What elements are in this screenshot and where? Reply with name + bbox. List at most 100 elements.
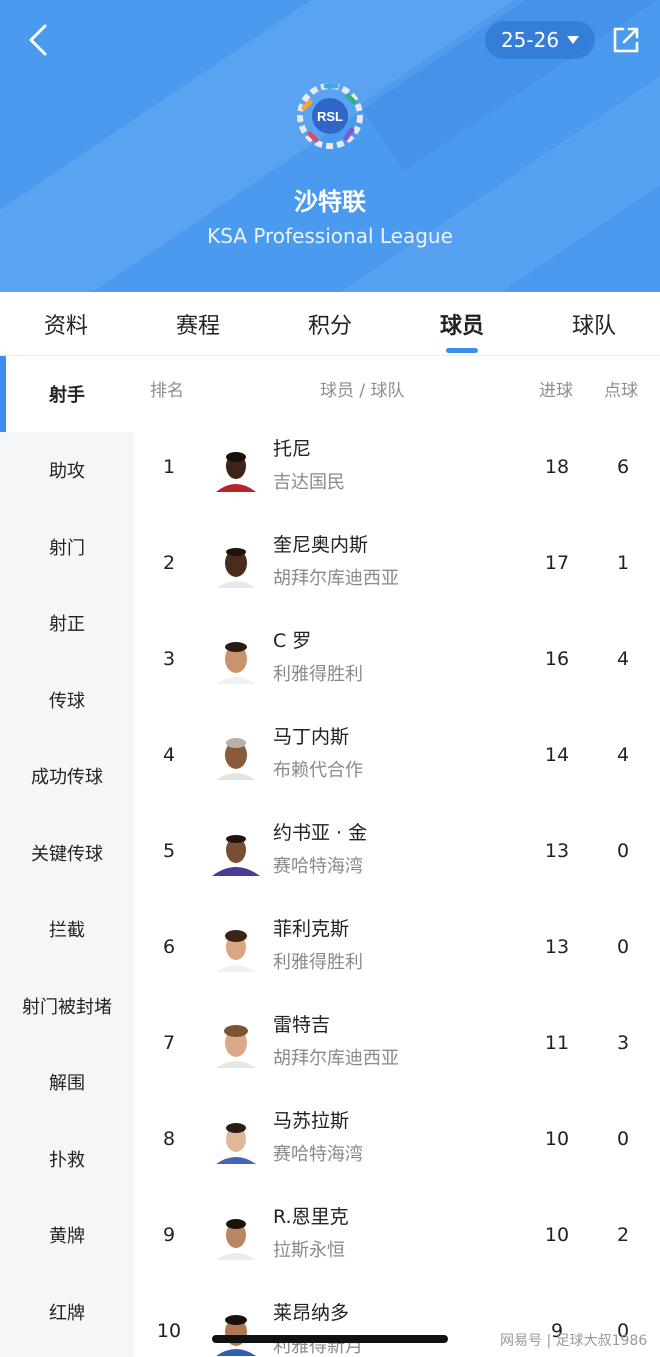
- team-name: 赛哈特海湾: [273, 1144, 363, 1165]
- sidebar-item-key-passes[interactable]: 关键传球: [0, 815, 134, 891]
- caret-down-icon: [567, 36, 580, 44]
- back-icon[interactable]: [20, 22, 56, 58]
- home-indicator[interactable]: [212, 1335, 448, 1343]
- player-name: 奎尼奥内斯: [273, 534, 369, 556]
- season-label: 25-26: [500, 28, 560, 52]
- column-header-penalties: 点球: [604, 381, 638, 401]
- sidebar-item-red-cards[interactable]: 红牌: [0, 1274, 134, 1350]
- player-name: 菲利克斯: [273, 918, 350, 940]
- goals-value: 10: [544, 1128, 570, 1150]
- sidebar-item-saves[interactable]: 扑救: [0, 1121, 134, 1197]
- penalties-value: 0: [616, 840, 630, 862]
- penalties-value: 4: [616, 648, 630, 670]
- tab-profile[interactable]: 资料: [0, 292, 132, 356]
- team-name: 利雅得胜利: [273, 664, 363, 685]
- league-header: 25-26 RSL 沙特联 KSA Professional League: [0, 0, 660, 292]
- rank: 4: [162, 744, 176, 766]
- goals-value: 18: [544, 456, 570, 478]
- penalties-value: 6: [616, 456, 630, 478]
- rank: 9: [162, 1224, 176, 1246]
- table-row[interactable]: 8 马苏拉斯 赛哈特海湾 10 0: [134, 1092, 660, 1188]
- goals-value: 10: [544, 1224, 570, 1246]
- sidebar-item-successful-passes[interactable]: 成功传球: [0, 738, 134, 814]
- player-avatar: [212, 1306, 260, 1356]
- player-avatar: [212, 1210, 260, 1260]
- player-avatar: [212, 1114, 260, 1164]
- tab-teams[interactable]: 球队: [528, 292, 660, 356]
- player-avatar: [212, 442, 260, 492]
- player-avatar: [212, 538, 260, 588]
- player-name: 托尼: [273, 438, 312, 460]
- player-avatar: [212, 922, 260, 972]
- penalties-value: 2: [616, 1224, 630, 1246]
- player-name: 雷特吉: [273, 1014, 331, 1036]
- tab-players[interactable]: 球员: [396, 292, 528, 356]
- table-row[interactable]: 9 R.恩里克 拉斯永恒 10 2: [134, 1188, 660, 1284]
- sidebar-item-shots[interactable]: 射门: [0, 509, 134, 585]
- rank: 6: [162, 936, 176, 958]
- team-name: 胡拜尔库迪西亚: [273, 568, 399, 589]
- sidebar-item-scorers[interactable]: 射手: [0, 356, 134, 432]
- league-subtitle: KSA Professional League: [207, 224, 453, 248]
- penalties-value: 0: [616, 936, 630, 958]
- team-name: 布赖代合作: [273, 760, 363, 781]
- share-icon[interactable]: [610, 24, 642, 56]
- column-header-goals: 进球: [539, 381, 573, 401]
- logo-text: RSL: [317, 109, 343, 124]
- player-name: 约书亚 · 金: [273, 822, 368, 844]
- league-title: 沙特联: [294, 188, 366, 216]
- player-avatar: [212, 730, 260, 780]
- sidebar-item-assists[interactable]: 助攻: [0, 432, 134, 508]
- table-header: 排名 球员 / 球队 进球 点球: [134, 356, 660, 420]
- rank: 10: [156, 1320, 182, 1342]
- sidebar-item-interceptions[interactable]: 拦截: [0, 891, 134, 967]
- player-avatar: [212, 826, 260, 876]
- player-name: 马丁内斯: [273, 726, 350, 748]
- table-row[interactable]: 3 C 罗 利雅得胜利 16 4: [134, 612, 660, 708]
- tab-bar: 资料 赛程 积分 球员 球队: [0, 292, 660, 356]
- goals-value: 14: [544, 744, 570, 766]
- table-row[interactable]: 1 托尼 吉达国民 18 6: [134, 420, 660, 516]
- rank: 7: [162, 1032, 176, 1054]
- team-name: 利雅得胜利: [273, 952, 363, 973]
- player-avatar: [212, 634, 260, 684]
- table-row[interactable]: 5 约书亚 · 金 赛哈特海湾 13 0: [134, 804, 660, 900]
- team-name: 吉达国民: [273, 472, 345, 493]
- goals-value: 16: [544, 648, 570, 670]
- player-name: 马苏拉斯: [273, 1110, 350, 1132]
- player-name: R.恩里克: [273, 1206, 349, 1228]
- active-tab-indicator: [446, 348, 478, 353]
- penalties-value: 1: [616, 552, 630, 574]
- rank: 8: [162, 1128, 176, 1150]
- penalties-value: 3: [616, 1032, 630, 1054]
- table-row[interactable]: 7 雷特吉 胡拜尔库迪西亚 11 3: [134, 996, 660, 1092]
- penalties-value: 4: [616, 744, 630, 766]
- goals-value: 13: [544, 936, 570, 958]
- season-selector[interactable]: 25-26: [485, 21, 595, 59]
- watermark: 网易号 | 足球大叔1986: [500, 1333, 648, 1349]
- player-name: C 罗: [273, 630, 312, 652]
- team-name: 拉斯永恒: [273, 1240, 345, 1261]
- sidebar-item-passes[interactable]: 传球: [0, 662, 134, 738]
- sidebar-item-yellow-cards[interactable]: 黄牌: [0, 1197, 134, 1273]
- column-header-player-team: 球员 / 球队: [320, 381, 405, 401]
- table-row[interactable]: 4 马丁内斯 布赖代合作 14 4: [134, 708, 660, 804]
- player-avatar: [212, 1018, 260, 1068]
- sidebar-item-shots-on-target[interactable]: 射正: [0, 585, 134, 661]
- goals-value: 13: [544, 840, 570, 862]
- sidebar-item-blocked-shots[interactable]: 射门被封堵: [0, 968, 134, 1044]
- player-name: 莱昂纳多: [273, 1302, 350, 1324]
- goals-value: 11: [544, 1032, 570, 1054]
- sidebar-item-clearances[interactable]: 解围: [0, 1044, 134, 1120]
- rank: 3: [162, 648, 176, 670]
- team-name: 赛哈特海湾: [273, 856, 363, 877]
- table-row[interactable]: 6 菲利克斯 利雅得胜利 13 0: [134, 900, 660, 996]
- tab-standings[interactable]: 积分: [264, 292, 396, 356]
- goals-value: 17: [544, 552, 570, 574]
- league-logo: RSL: [290, 78, 370, 154]
- column-header-rank: 排名: [150, 381, 184, 401]
- tab-schedule[interactable]: 赛程: [132, 292, 264, 356]
- penalties-value: 0: [616, 1128, 630, 1150]
- rank: 1: [162, 456, 176, 478]
- table-row[interactable]: 2 奎尼奥内斯 胡拜尔库迪西亚 17 1: [134, 516, 660, 612]
